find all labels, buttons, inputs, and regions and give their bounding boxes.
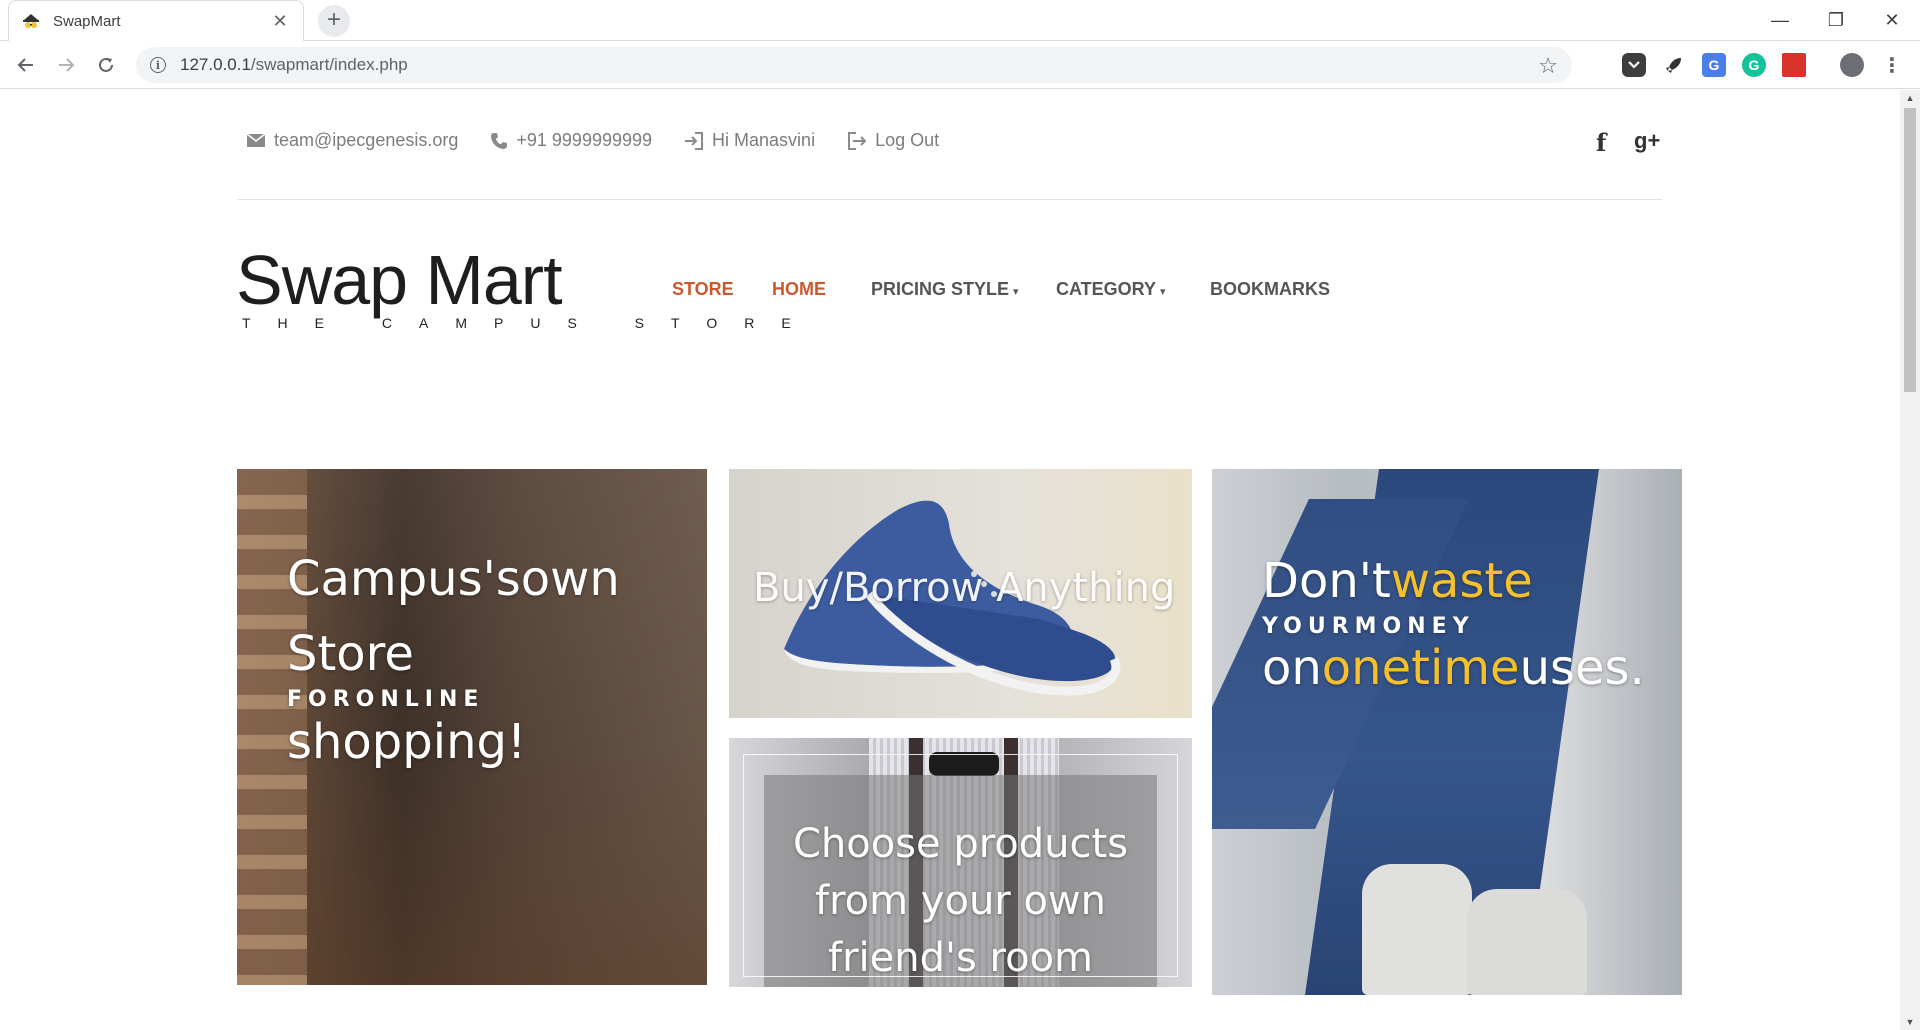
waste-line3: ononetimeuses. <box>1262 640 1645 696</box>
login-icon <box>684 131 704 150</box>
waste-uses: uses. <box>1519 640 1645 696</box>
choose-products-tile[interactable]: Choose products from your own friend's r… <box>729 738 1192 987</box>
logout-icon <box>847 131 867 150</box>
back-button[interactable] <box>10 49 42 81</box>
envelope-icon <box>246 133 266 148</box>
tab-title: SwapMart <box>53 12 121 30</box>
campus-store-tile[interactable]: Campus'sown Store FORONLINE shopping! <box>237 469 707 985</box>
nav-pricing-label: PRICING STYLE <box>871 279 1010 299</box>
scroll-up-arrow-icon[interactable]: ▲ <box>1900 90 1920 106</box>
reload-button[interactable] <box>90 49 122 81</box>
page-scrollbar[interactable]: ▲ ▼ <box>1900 90 1920 1030</box>
bookmark-star-icon[interactable]: ☆ <box>1538 53 1558 79</box>
campus-line3: FORONLINE <box>287 687 485 712</box>
forward-button[interactable] <box>50 49 82 81</box>
site-info-icon[interactable]: i <box>150 57 166 73</box>
waste-line1: Don'twaste <box>1262 553 1533 609</box>
grammarly-extension-icon[interactable]: G <box>1742 53 1766 77</box>
browser-toolbar: i 127.0.0.1/swapmart/index.php ☆ G G ⋮ <box>0 41 1920 89</box>
nav-pricing-style[interactable]: PRICING STYLE ▾ <box>871 279 1019 300</box>
email-item[interactable]: team@ipecgenesis.org <box>246 130 458 151</box>
red-book-extension-icon[interactable] <box>1782 53 1806 77</box>
maximize-button[interactable]: ❐ <box>1808 0 1864 41</box>
buy-text: Buy/Borrow Anything <box>753 565 1176 611</box>
url-path: /swapmart/index.php <box>250 55 408 74</box>
close-tab-icon[interactable]: ✕ <box>269 11 291 32</box>
scrollbar-thumb[interactable] <box>1904 108 1916 392</box>
waste-onetime: onetime <box>1321 640 1520 696</box>
buy-borrow-tile[interactable]: Buy/Borrow Anything <box>729 469 1192 718</box>
forward-arrow-icon <box>59 58 75 72</box>
facebook-icon[interactable]: f <box>1596 128 1606 157</box>
phone-icon <box>490 132 508 150</box>
caret-down-icon: ▾ <box>1160 286 1166 298</box>
waste-dont: Don't <box>1262 553 1391 609</box>
logo-tagline: THE CAMPUS STORE <box>242 315 818 331</box>
logout-link[interactable]: Log Out <box>847 130 939 151</box>
campus-line1: Campus'sown <box>287 551 620 607</box>
nav-category[interactable]: CATEGORY ▾ <box>1056 279 1166 300</box>
google-plus-icon[interactable]: g+ <box>1634 128 1660 154</box>
spy-favicon-icon <box>21 11 41 31</box>
waste-on: on <box>1262 640 1322 696</box>
nav-home[interactable]: HOME <box>772 279 826 300</box>
reload-icon <box>99 57 113 72</box>
address-bar[interactable]: i 127.0.0.1/swapmart/index.php ☆ <box>136 47 1572 83</box>
campus-line4: shopping! <box>287 714 527 770</box>
nav-store[interactable]: STORE <box>672 279 734 300</box>
greeting-text: Hi Manasvini <box>712 130 816 150</box>
rocket-extension-icon[interactable] <box>1662 53 1686 77</box>
close-window-button[interactable]: ✕ <box>1864 0 1920 41</box>
choose-line3: friend's room <box>827 935 1094 981</box>
phone-item[interactable]: +91 9999999999 <box>490 130 652 151</box>
contact-bar: team@ipecgenesis.org +91 9999999999 Hi M… <box>246 130 971 151</box>
minimize-button[interactable]: — <box>1752 0 1808 41</box>
greeting-item[interactable]: Hi Manasvini <box>684 130 815 151</box>
scroll-down-arrow-icon[interactable]: ▼ <box>1900 1014 1920 1030</box>
profile-avatar[interactable] <box>1840 53 1864 77</box>
page-viewport: team@ipecgenesis.org +91 9999999999 Hi M… <box>0 90 1900 1030</box>
nav-category-label: CATEGORY <box>1056 279 1157 299</box>
browser-tab-strip: SwapMart ✕ + — ❐ ✕ <box>0 0 1920 41</box>
nav-bookmarks[interactable]: BOOKMARKS <box>1210 279 1330 300</box>
back-arrow-icon <box>17 58 33 72</box>
caret-down-icon: ▾ <box>1013 286 1019 298</box>
phone-text: +91 9999999999 <box>516 130 653 150</box>
chrome-menu-icon[interactable]: ⋮ <box>1876 49 1908 81</box>
url-text: 127.0.0.1/swapmart/index.php <box>180 55 408 75</box>
translate-extension-icon[interactable]: G <box>1702 53 1726 77</box>
choose-line1: Choose products <box>792 821 1129 867</box>
url-host: 127.0.0.1 <box>180 55 251 74</box>
new-tab-button[interactable]: + <box>318 5 350 37</box>
logo-name: Swap Mart <box>236 241 563 319</box>
pocket-extension-icon[interactable] <box>1622 53 1646 77</box>
site-logo[interactable]: Swap Mart THE CAMPUS STORE <box>236 241 791 331</box>
logout-text: Log Out <box>875 130 940 150</box>
header-divider <box>237 199 1662 200</box>
waste-word: waste <box>1390 553 1533 609</box>
campus-line2: Store <box>287 626 414 682</box>
email-text: team@ipecgenesis.org <box>274 130 459 150</box>
waste-line2: YOURMONEY <box>1262 614 1475 639</box>
dont-waste-tile[interactable]: Don'twaste YOURMONEY ononetimeuses. <box>1212 469 1682 995</box>
browser-tab[interactable]: SwapMart ✕ <box>8 0 304 41</box>
choose-line2: from your own <box>815 878 1106 924</box>
choose-text: Choose products from your own friend's r… <box>729 816 1192 987</box>
waste-shade <box>1212 469 1682 995</box>
